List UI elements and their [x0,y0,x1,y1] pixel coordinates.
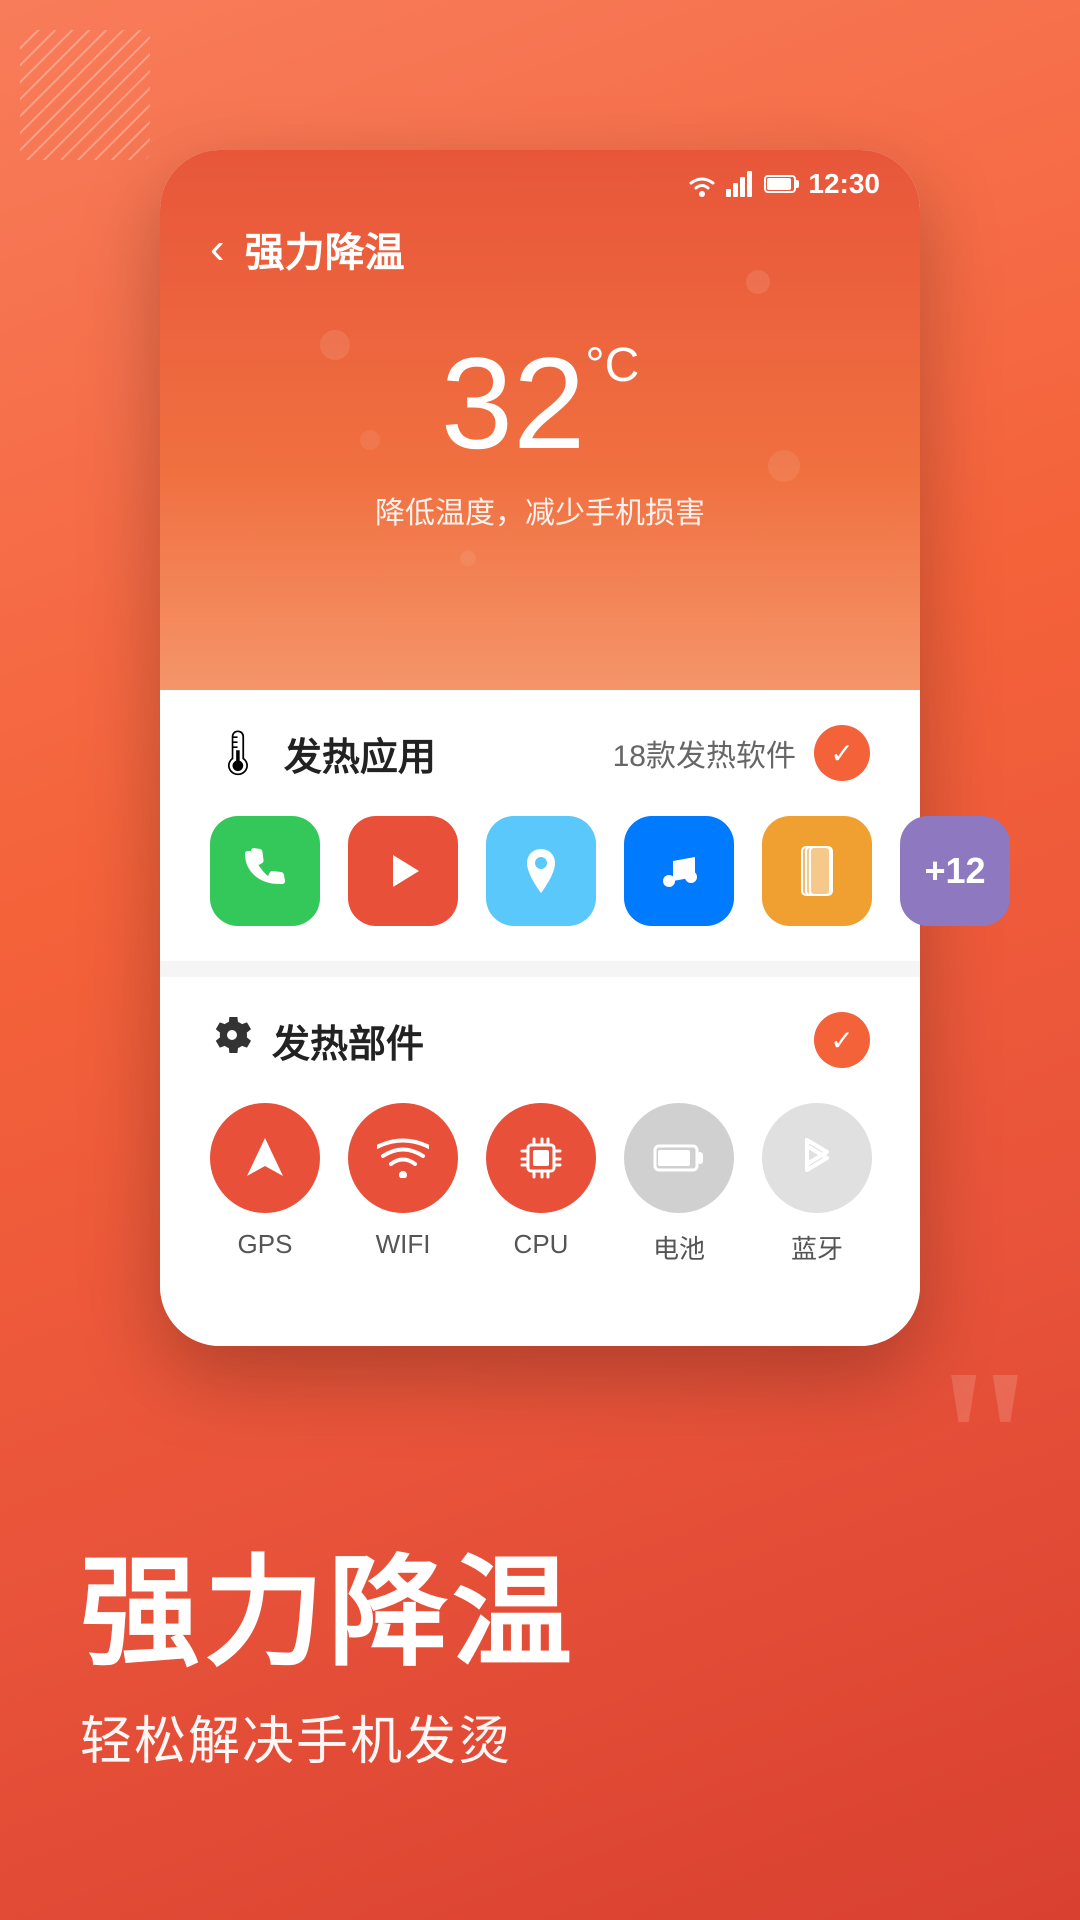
temperature-unit: °C [585,339,639,392]
battery-circle [624,1103,734,1213]
check-icon-2: ✓ [830,1024,853,1057]
bluetooth-label: 蓝牙 [791,1229,843,1266]
wifi-label: WIFI [376,1229,431,1260]
phone-mockup: 12:30 ‹ 强力降温 32°C 降低温度，减少手机损害 🌡 发热应用 18款… [160,150,920,1346]
apps-row: +12 [210,816,870,926]
hatch-decoration [20,30,150,160]
status-time: 12:30 [808,168,880,200]
nav-bar: ‹ 强力降温 [160,200,920,298]
component-bluetooth[interactable]: 蓝牙 [762,1103,872,1266]
heat-apps-section: 🌡 发热应用 18款发热软件 ✓ [160,690,920,961]
gps-label: GPS [238,1229,293,1260]
components-check-badge[interactable]: ✓ [814,1012,870,1068]
wifi-icon [686,171,718,197]
cards-area: 🌡 发热应用 18款发热软件 ✓ [160,690,920,1346]
more-count-label: +12 [924,850,985,892]
back-button[interactable]: ‹ [210,224,225,274]
cpu-label: CPU [514,1229,569,1260]
temperature-display: 32°C 降低温度，减少手机损害 [160,298,920,552]
apps-check-badge[interactable]: ✓ [814,725,870,781]
status-icons: 12:30 [686,168,880,200]
components-row: GPS WIFI [210,1103,870,1266]
app-icon-phone[interactable] [210,816,320,926]
app-icon-more[interactable]: +12 [900,816,1010,926]
gps-circle [210,1103,320,1213]
phone-header: 12:30 ‹ 强力降温 32°C 降低温度，减少手机损害 [160,150,920,690]
components-title: 发热部件 [272,1013,424,1068]
component-wifi[interactable]: WIFI [348,1103,458,1260]
thermometer-icon: 🌡 [210,727,266,779]
temperature-value: 32 [441,338,586,468]
component-gps[interactable]: GPS [210,1103,320,1260]
main-tagline: 强力降温 [80,1547,576,1679]
battery-label: 电池 [653,1229,705,1266]
component-battery[interactable]: 电池 [624,1103,734,1266]
component-cpu[interactable]: CPU [486,1103,596,1260]
temperature-subtitle: 降低温度，减少手机损害 [160,488,920,532]
wifi-circle [348,1103,458,1213]
page-title: 强力降温 [245,220,405,278]
components-title-group: 发热部件 [210,1013,424,1068]
gear-icon [210,1013,254,1068]
bubble-3 [746,270,770,294]
apps-section-header: 🌡 发热应用 18款发热软件 ✓ [210,725,870,781]
cpu-circle [486,1103,596,1213]
app-icon-maps[interactable] [486,816,596,926]
bluetooth-circle [762,1103,872,1213]
apps-title: 发热应用 [284,726,436,781]
bottom-area: 强力降温 轻松解决手机发烫 [0,1400,1080,1920]
app-icon-video[interactable] [348,816,458,926]
bubble-5 [460,550,476,566]
status-bar: 12:30 [160,150,920,200]
app-icon-files[interactable] [762,816,872,926]
battery-icon [764,173,800,195]
apps-badge: 18款发热软件 [613,731,796,775]
section-divider [160,961,920,977]
app-icon-music[interactable] [624,816,734,926]
apps-title-group: 🌡 发热应用 [210,726,436,781]
check-icon: ✓ [830,737,853,770]
signal-icon [726,171,756,197]
components-section-header: 发热部件 ✓ [210,1012,870,1068]
sub-tagline: 轻松解决手机发烫 [80,1699,512,1774]
heat-components-section: 发热部件 ✓ GPS [160,977,920,1306]
